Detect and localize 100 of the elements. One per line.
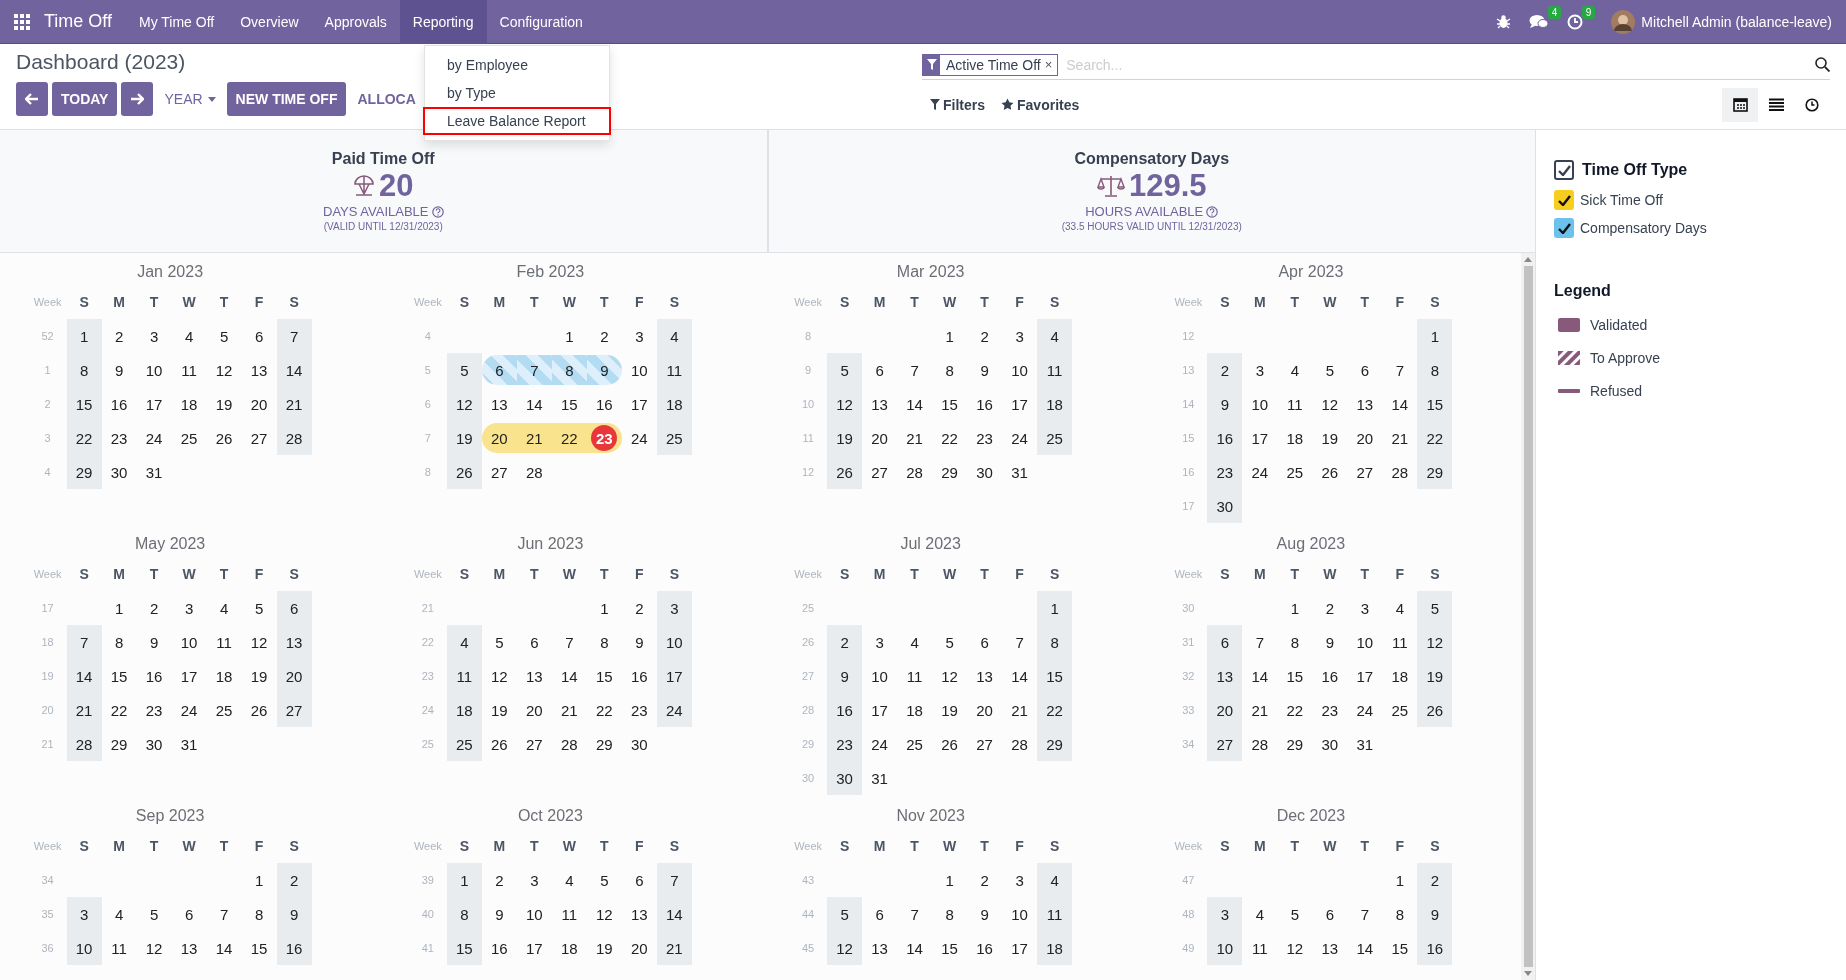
- day-number[interactable]: 22: [596, 701, 613, 719]
- day-number[interactable]: 7: [670, 871, 679, 889]
- day-number[interactable]: 3: [875, 633, 884, 651]
- day-number[interactable]: 5: [600, 871, 609, 889]
- day-number[interactable]: 7: [910, 905, 919, 923]
- avatar-icon[interactable]: [1611, 9, 1636, 34]
- day-number[interactable]: 1: [79, 327, 89, 345]
- day-number[interactable]: 5: [840, 361, 849, 379]
- day-number[interactable]: 10: [145, 361, 163, 379]
- day-number[interactable]: 16: [596, 395, 613, 413]
- day-number[interactable]: 9: [980, 361, 989, 379]
- day-number[interactable]: 6: [254, 327, 264, 345]
- day-number[interactable]: 13: [871, 395, 888, 413]
- previous-button[interactable]: [16, 82, 48, 116]
- day-number[interactable]: 18: [215, 667, 233, 685]
- day-number[interactable]: 2: [635, 599, 644, 617]
- day-number[interactable]: 4: [670, 327, 679, 345]
- next-button[interactable]: [121, 82, 154, 116]
- day-number[interactable]: 10: [631, 361, 648, 379]
- day-number[interactable]: 6: [1220, 633, 1230, 651]
- day-number[interactable]: 14: [1011, 667, 1028, 685]
- day-number[interactable]: 15: [110, 667, 128, 685]
- day-number[interactable]: 16: [976, 395, 993, 413]
- day-number[interactable]: 30: [145, 735, 163, 753]
- view-switch-button[interactable]: [1722, 87, 1758, 122]
- day-number[interactable]: 9: [980, 905, 989, 923]
- day-number[interactable]: 6: [1325, 905, 1335, 923]
- day-number[interactable]: 8: [945, 905, 954, 923]
- day-number[interactable]: 13: [250, 361, 268, 379]
- day-number[interactable]: 5: [1290, 905, 1300, 923]
- day-number[interactable]: 15: [1286, 667, 1304, 685]
- scrollbar[interactable]: [1521, 253, 1535, 980]
- day-number[interactable]: 20: [976, 701, 993, 719]
- day-number[interactable]: 4: [1050, 871, 1059, 889]
- day-number[interactable]: 13: [976, 667, 993, 685]
- day-number[interactable]: 23: [145, 701, 163, 719]
- dropdown-item[interactable]: by Type: [423, 79, 611, 107]
- day-number[interactable]: 13: [1321, 939, 1339, 957]
- day-number[interactable]: 27: [250, 429, 268, 447]
- day-number[interactable]: 1: [945, 327, 954, 345]
- apps-grid-icon[interactable]: [14, 13, 30, 30]
- day-number[interactable]: 6: [289, 599, 299, 617]
- day-number[interactable]: 8: [114, 633, 124, 651]
- day-number[interactable]: 6: [530, 633, 539, 651]
- day-number[interactable]: 7: [910, 361, 919, 379]
- day-number[interactable]: 17: [526, 939, 543, 957]
- day-number[interactable]: 17: [631, 395, 648, 413]
- day-number[interactable]: 15: [250, 939, 268, 957]
- day-number[interactable]: 1: [1050, 599, 1059, 617]
- day-number[interactable]: 18: [561, 939, 578, 957]
- day-number[interactable]: 7: [530, 361, 539, 379]
- day-number[interactable]: 19: [215, 395, 233, 413]
- day-number[interactable]: 23: [976, 429, 993, 447]
- day-number[interactable]: 22: [561, 429, 578, 447]
- day-number[interactable]: 29: [941, 463, 958, 481]
- day-number[interactable]: 11: [1287, 395, 1303, 413]
- day-number[interactable]: 9: [600, 361, 609, 379]
- clock-icon[interactable]: [1567, 13, 1584, 30]
- day-number[interactable]: 19: [491, 701, 508, 719]
- day-number[interactable]: 4: [184, 327, 194, 345]
- day-number[interactable]: 23: [110, 429, 128, 447]
- day-number[interactable]: 16: [976, 939, 993, 957]
- day-number[interactable]: 15: [596, 667, 613, 685]
- remove-facet-button[interactable]: ×: [1044, 57, 1058, 72]
- day-number[interactable]: 4: [1255, 905, 1265, 923]
- day-number[interactable]: 10: [1011, 361, 1028, 379]
- day-number[interactable]: 6: [980, 633, 989, 651]
- day-number[interactable]: 19: [250, 667, 268, 685]
- day-number[interactable]: 21: [526, 429, 543, 447]
- day-number[interactable]: 10: [180, 633, 198, 651]
- day-number[interactable]: 3: [670, 599, 679, 617]
- day-number[interactable]: 24: [871, 735, 888, 753]
- day-number[interactable]: 2: [1325, 599, 1335, 617]
- day-number[interactable]: 13: [180, 939, 198, 957]
- day-number[interactable]: 2: [289, 871, 299, 889]
- day-number[interactable]: 24: [1011, 429, 1028, 447]
- day-number[interactable]: 10: [1251, 395, 1269, 413]
- day-number[interactable]: 1: [565, 327, 574, 345]
- day-number[interactable]: 9: [840, 667, 849, 685]
- day-number[interactable]: 17: [1356, 667, 1374, 685]
- day-number[interactable]: 28: [906, 463, 923, 481]
- day-number[interactable]: 24: [1356, 701, 1374, 719]
- day-number[interactable]: 30: [110, 463, 128, 481]
- day-number[interactable]: 9: [1325, 633, 1335, 651]
- allocation-button[interactable]: ALLOCA: [350, 82, 423, 116]
- day-number[interactable]: 4: [219, 599, 229, 617]
- day-number[interactable]: 4: [565, 871, 574, 889]
- day-number[interactable]: 7: [79, 633, 89, 651]
- day-number[interactable]: 7: [1360, 905, 1370, 923]
- day-number[interactable]: 28: [561, 735, 578, 753]
- day-number[interactable]: 20: [250, 395, 268, 413]
- day-number[interactable]: 8: [1050, 633, 1059, 651]
- day-number[interactable]: 13: [871, 939, 888, 957]
- day-number[interactable]: 28: [1011, 735, 1028, 753]
- bug-icon[interactable]: [1496, 14, 1512, 29]
- day-number[interactable]: 27: [871, 463, 888, 481]
- day-number[interactable]: 1: [1395, 871, 1405, 889]
- day-number[interactable]: 23: [631, 701, 648, 719]
- day-number[interactable]: 26: [215, 429, 233, 447]
- day-number[interactable]: 10: [871, 667, 888, 685]
